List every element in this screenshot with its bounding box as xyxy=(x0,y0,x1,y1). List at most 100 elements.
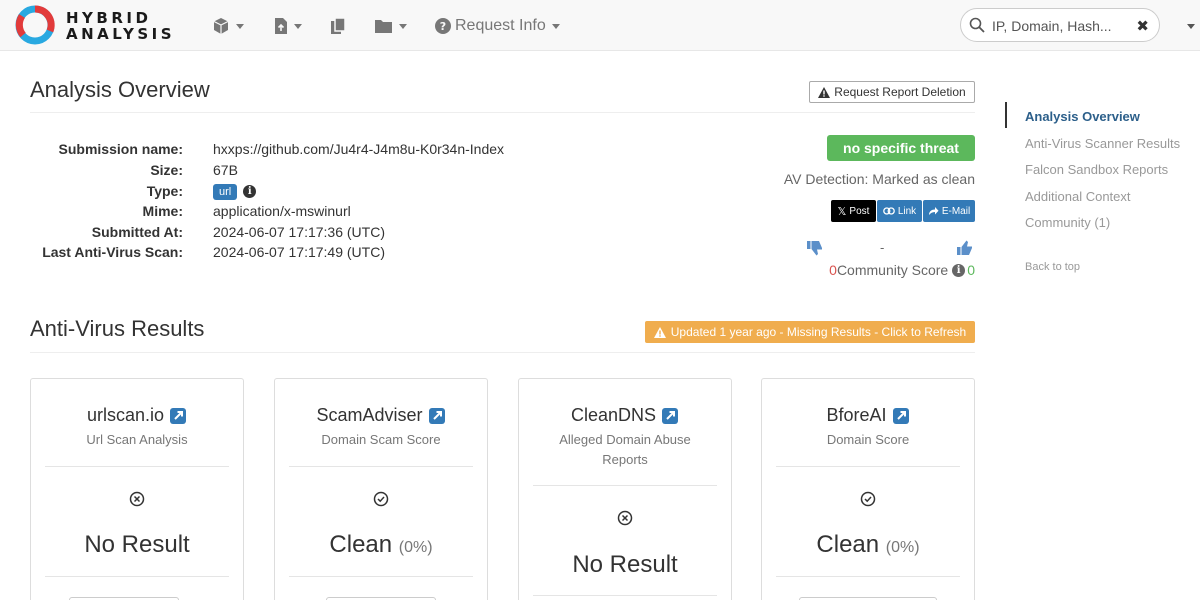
search-icon xyxy=(969,17,985,33)
submission-name-value: hxxps://github.com/Ju4r4-J4m8u-K0r34n-In… xyxy=(213,141,505,157)
share-post-label: Post xyxy=(849,205,870,217)
av-card-title[interactable]: BforeAI xyxy=(762,405,974,426)
x-logo-icon: 𝕏 xyxy=(837,205,847,218)
request-report-deletion-button[interactable]: Request Report Deletion xyxy=(809,81,975,103)
info-label: Last Anti-Virus Scan: xyxy=(42,244,183,260)
question-circle-icon: ? xyxy=(435,18,451,34)
check-circle-icon xyxy=(275,491,487,510)
av-card-result: Clean (0%) xyxy=(275,531,487,559)
sidebar-item-falcon-sandbox-reports[interactable]: Falcon Sandbox Reports xyxy=(1025,162,1168,177)
file-upload-icon xyxy=(275,18,287,34)
info-icon[interactable]: i xyxy=(243,185,257,199)
refresh-notice-label: Updated 1 year ago - Missing Results - C… xyxy=(670,325,967,339)
type-value: url i xyxy=(213,182,257,200)
thumbs-down-icon[interactable] xyxy=(807,240,823,256)
sidebar-item-analysis-overview[interactable]: Analysis Overview xyxy=(1025,109,1140,124)
av-card-status: No Result xyxy=(84,531,190,558)
share-email-label: E-Mail xyxy=(941,205,971,217)
check-circle-icon xyxy=(762,491,974,510)
nav-file-upload-menu[interactable] xyxy=(274,14,302,38)
svg-text:?: ? xyxy=(440,20,446,33)
threat-verdict-badge: no specific threat xyxy=(827,135,975,161)
av-card-subtitle: Domain Score xyxy=(826,432,910,447)
share-link-button[interactable]: Link xyxy=(877,200,922,222)
nav-cube-menu[interactable] xyxy=(212,14,244,38)
info-row-submitted-at: Submitted At: 2024-06-07 17:17:36 (UTC) xyxy=(30,222,385,242)
share-email-button[interactable]: E-Mail xyxy=(923,200,975,222)
anti-virus-results-title: Anti-Virus Results xyxy=(30,316,205,341)
divider xyxy=(533,485,717,486)
chevron-down-icon xyxy=(551,23,560,29)
av-card-subtitle: Alleged Domain Abuse Reports xyxy=(559,432,691,467)
av-card-scamadviser: ScamAdviser Domain Scam Score Clean (0%) xyxy=(274,378,488,600)
info-label: Mime: xyxy=(142,203,183,219)
av-card-subtitle: Domain Scam Score xyxy=(321,432,441,447)
logo-ring-icon xyxy=(15,5,55,45)
av-card-percent: (0%) xyxy=(885,539,920,556)
submitted-at-value: 2024-06-07 17:17:36 (UTC) xyxy=(213,224,385,240)
nav-folder-menu[interactable] xyxy=(374,14,407,38)
av-card-result: No Result xyxy=(519,551,731,579)
info-row-mime: Mime: application/x-mswinurl xyxy=(30,201,351,221)
av-card-name: CleanDNS xyxy=(570,405,657,425)
external-link-icon xyxy=(428,407,445,424)
divider xyxy=(30,112,975,113)
sidebar-item-additional-context[interactable]: Additional Context xyxy=(1025,189,1131,204)
request-info-label: Request Info xyxy=(455,17,546,34)
upvote-count: 0 xyxy=(967,262,975,278)
share-link-label: Link xyxy=(897,205,917,217)
av-card-name: ScamAdviser xyxy=(316,405,423,425)
account-dropdown-icon[interactable] xyxy=(1187,24,1195,29)
analysis-overview-title: Analysis Overview xyxy=(30,77,210,102)
external-link-icon xyxy=(662,407,679,424)
divider xyxy=(776,576,960,577)
vote-separator: - xyxy=(880,240,885,255)
info-label: Size: xyxy=(150,162,183,178)
refresh-results-button[interactable]: Updated 1 year ago - Missing Results - C… xyxy=(645,321,975,343)
back-to-top-link[interactable]: Back to top xyxy=(1025,261,1080,273)
request-report-deletion-label: Request Report Deletion xyxy=(834,85,966,99)
sidebar-item-av-scanner-results[interactable]: Anti-Virus Scanner Results xyxy=(1025,136,1180,151)
warning-icon xyxy=(818,86,831,98)
last-av-scan-value: 2024-06-07 17:17:49 (UTC) xyxy=(213,244,385,260)
info-icon[interactable]: i xyxy=(952,263,966,277)
thumbs-up-icon[interactable] xyxy=(957,240,973,256)
external-link-icon xyxy=(170,407,187,424)
sidebar-active-indicator xyxy=(1005,102,1007,128)
av-detection-text: AV Detection: Marked as clean xyxy=(783,171,975,187)
logo-text: HYBRID ANALYSIS xyxy=(66,10,175,42)
info-label: Submission name: xyxy=(58,141,183,157)
av-card-title[interactable]: CleanDNS xyxy=(519,405,731,426)
chevron-down-icon xyxy=(236,23,244,29)
search-input[interactable] xyxy=(992,16,1132,36)
logo-line-2: ANALYSIS xyxy=(66,25,176,43)
community-score-label: Community Score xyxy=(836,262,949,278)
av-card-title[interactable]: ScamAdviser xyxy=(275,405,487,426)
nav-copy-button[interactable] xyxy=(330,14,346,38)
info-row-last-av-scan: Last Anti-Virus Scan: 2024-06-07 17:17:4… xyxy=(30,242,385,262)
av-card-status: Clean xyxy=(329,531,393,558)
cube-icon xyxy=(213,18,229,34)
av-card-subtitle: Url Scan Analysis xyxy=(86,432,188,447)
av-card-status: No Result xyxy=(572,551,678,578)
no-result-icon xyxy=(519,510,731,529)
divider xyxy=(30,352,975,353)
av-card-name: urlscan.io xyxy=(86,405,165,425)
type-badge: url xyxy=(213,183,238,200)
info-row-size: Size: 67B xyxy=(30,160,238,180)
av-card-title[interactable]: urlscan.io xyxy=(31,405,243,426)
divider xyxy=(533,595,717,596)
sidebar-item-community[interactable]: Community (1) xyxy=(1025,215,1110,230)
av-card-percent: (0%) xyxy=(398,539,433,556)
hybrid-analysis-logo[interactable]: HYBRID ANALYSIS xyxy=(14,4,186,46)
search-box: ✖ xyxy=(960,8,1160,42)
info-row-submission-name: Submission name: hxxps://github.com/Ju4r… xyxy=(30,139,505,159)
logo-line-1: HYBRID xyxy=(66,9,152,27)
info-label: Type: xyxy=(146,183,183,199)
share-post-button[interactable]: 𝕏 Post xyxy=(831,200,876,222)
av-card-result: No Result xyxy=(31,531,243,559)
clear-search-icon[interactable]: ✖ xyxy=(1136,17,1149,35)
nav-request-info-menu[interactable]: ? Request Info xyxy=(435,14,560,38)
community-score: 0 Community Score i 0 xyxy=(829,262,975,278)
divider xyxy=(45,466,229,467)
